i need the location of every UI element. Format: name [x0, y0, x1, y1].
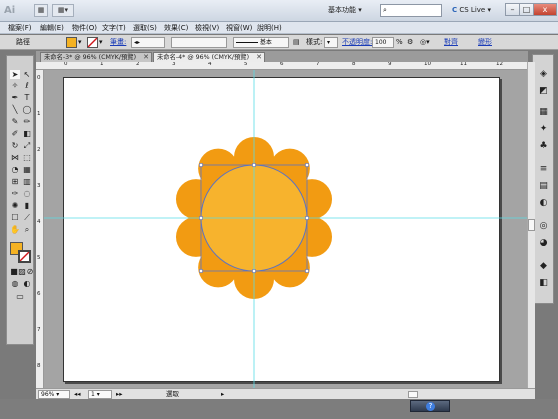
color-guide-icon[interactable]: ◩	[538, 86, 549, 97]
graphic-styles-panel-icon[interactable]: ◕	[538, 238, 549, 249]
gradient-panel-icon[interactable]: ▤	[538, 181, 549, 192]
stroke-panel-icon[interactable]: ≡	[538, 164, 549, 175]
horizontal-scroll-thumb[interactable]	[408, 391, 418, 398]
first-artboard-icon[interactable]: ◂◂	[74, 390, 81, 399]
brushes-panel-icon[interactable]: ✦	[538, 124, 549, 135]
artboard-number: 1	[91, 391, 95, 398]
swatches-panel-icon[interactable]: ▦	[538, 107, 549, 118]
artboards-panel-icon[interactable]: ◧	[538, 278, 549, 289]
artboard-number-field[interactable]: 1 ▾	[88, 390, 112, 399]
color-panel-icon[interactable]: ◈	[538, 69, 549, 80]
next-artboard-icon[interactable]: ▸▸	[116, 390, 123, 399]
illustrator-window: Ai ▦ ▦▾ 基本功能 ▾ ⌕ C CS Live ▾ – □ x 檔案(F)…	[0, 0, 558, 419]
transparency-panel-icon[interactable]: ◐	[538, 198, 549, 209]
bounding-box-handle[interactable]	[199, 269, 203, 273]
bounding-box-handle[interactable]	[305, 163, 309, 167]
appearance-panel-icon[interactable]: ◎	[538, 221, 549, 232]
docked-panels: ◈ ◩ ▦ ✦ ♣ ≡ ▤ ◐ ◎ ◕ ◆ ◧	[532, 54, 554, 304]
zoom-level-field[interactable]: 96% ▾	[38, 390, 70, 399]
status-menu-icon[interactable]: ▸	[221, 390, 224, 399]
taskbar-app-button[interactable]: ?	[410, 400, 450, 412]
help-icon: ?	[426, 402, 435, 411]
vertical-scrollbar[interactable]	[527, 62, 535, 390]
bounding-box-handle[interactable]	[305, 269, 309, 273]
status-mode-label[interactable]: 選取	[166, 390, 179, 399]
symbols-panel-icon[interactable]: ♣	[538, 141, 549, 152]
bounding-box-handle[interactable]	[305, 216, 309, 220]
vertical-scroll-thumb[interactable]	[528, 219, 535, 231]
taskbar: ?	[0, 399, 558, 419]
bounding-box-handle[interactable]	[252, 163, 256, 167]
bounding-box-handle[interactable]	[252, 269, 256, 273]
artwork-layer	[44, 70, 527, 388]
layers-panel-icon[interactable]: ◆	[538, 261, 549, 272]
bounding-box-handle[interactable]	[199, 163, 203, 167]
bounding-box-handle[interactable]	[199, 216, 203, 220]
zoom-value: 96%	[41, 391, 55, 398]
status-bar: 96% ▾ ◂◂ 1 ▾ ▸▸ 選取 ▸	[36, 388, 535, 399]
